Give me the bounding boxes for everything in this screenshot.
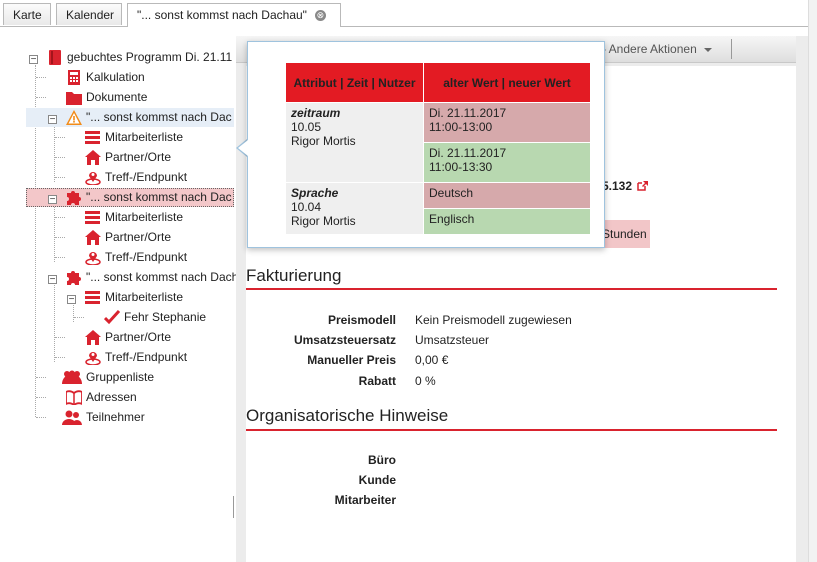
tab-kalender[interactable]: Kalender xyxy=(56,3,122,25)
folder-icon xyxy=(66,92,82,105)
puzzle-icon xyxy=(67,191,81,205)
house-icon xyxy=(85,330,101,345)
list-icon xyxy=(85,291,100,304)
history-col-values: alter Wert | neuer Wert xyxy=(423,62,591,103)
external-link-icon[interactable] xyxy=(637,181,648,191)
calculator-icon xyxy=(68,70,80,85)
group-icon xyxy=(62,370,82,384)
list-icon xyxy=(85,211,100,224)
close-tab-icon[interactable]: ⊗ xyxy=(314,10,326,22)
puzzle-icon xyxy=(67,271,81,285)
book-icon xyxy=(66,390,82,405)
house-icon xyxy=(85,150,101,165)
label-mitarbeiter: Mitarbeiter xyxy=(334,493,396,507)
hours-badge: Stunden xyxy=(598,220,650,248)
chevron-down-icon xyxy=(704,47,713,52)
collapse-toggle[interactable]: − xyxy=(48,275,57,285)
tab-bar: Karte Kalender "... sonst kommst nach Da… xyxy=(0,0,808,27)
tab-karte[interactable]: Karte xyxy=(3,3,51,25)
label-umsatzsteuersatz: Umsatzsteuersatz xyxy=(293,333,396,347)
other-actions-button[interactable]: Andere Aktionen xyxy=(598,41,713,57)
splitter-handle[interactable] xyxy=(233,496,234,518)
right-scrollbar[interactable] xyxy=(808,0,817,562)
label-manueller-preis: Manueller Preis xyxy=(307,353,396,367)
value-rabatt: 0 % xyxy=(415,374,436,388)
history-popup: Attribut | Zeit | Nutzer alter Wert | ne… xyxy=(247,41,605,248)
collapse-toggle[interactable]: − xyxy=(29,55,38,65)
checkmark-icon xyxy=(104,310,120,325)
participants-icon xyxy=(62,410,82,425)
value-preismodell: Kein Preismodell zugewiesen xyxy=(415,313,572,327)
history-meta: Sprache 10.04 Rigor Mortis xyxy=(285,182,424,235)
warning-icon xyxy=(66,110,82,125)
table-row: zeitraum 10.05 Rigor Mortis Di. 21.11.20… xyxy=(285,102,591,183)
history-table: Attribut | Zeit | Nutzer alter Wert | ne… xyxy=(285,62,591,235)
tab-program[interactable]: "... sonst kommst nach Dachau" ⊗ xyxy=(127,3,341,27)
history-old-value: Deutsch xyxy=(423,182,591,209)
section-title-hinweise: Organisatorische Hinweise xyxy=(246,406,449,425)
program-tree: − gebuchtes Programm Di. 21.11 Kalkulati… xyxy=(0,40,256,562)
location-pin-icon xyxy=(85,172,101,185)
location-pin-icon xyxy=(85,352,101,365)
history-old-value: Di. 21.11.2017 11:00-13:00 xyxy=(423,102,591,143)
collapse-toggle[interactable]: − xyxy=(67,295,76,305)
history-meta: zeitraum 10.05 Rigor Mortis xyxy=(285,102,424,183)
history-col-attr: Attribut | Zeit | Nutzer xyxy=(285,62,424,103)
section-title-fakturierung: Fakturierung xyxy=(246,266,342,285)
history-new-value: Englisch xyxy=(423,208,591,235)
location-pin-icon xyxy=(85,252,101,265)
value-manueller-preis: 0,00 € xyxy=(415,353,449,367)
book-red-icon xyxy=(49,50,61,65)
label-buero: Büro xyxy=(368,453,396,467)
history-new-value: Di. 21.11.2017 11:00-13:30 xyxy=(423,142,591,183)
collapse-toggle[interactable]: − xyxy=(48,195,57,205)
label-preismodell: Preismodell xyxy=(327,313,396,327)
label-rabatt: Rabatt xyxy=(358,374,396,388)
house-icon xyxy=(85,230,101,245)
table-row: Sprache 10.04 Rigor Mortis Deutsch xyxy=(285,182,591,235)
label-kunde: Kunde xyxy=(358,473,396,487)
collapse-toggle[interactable]: − xyxy=(48,115,57,125)
peek-number: 5.132 xyxy=(602,179,633,193)
value-umsatzsteuer: Umsatzsteuer xyxy=(415,333,490,347)
list-icon xyxy=(85,131,100,144)
